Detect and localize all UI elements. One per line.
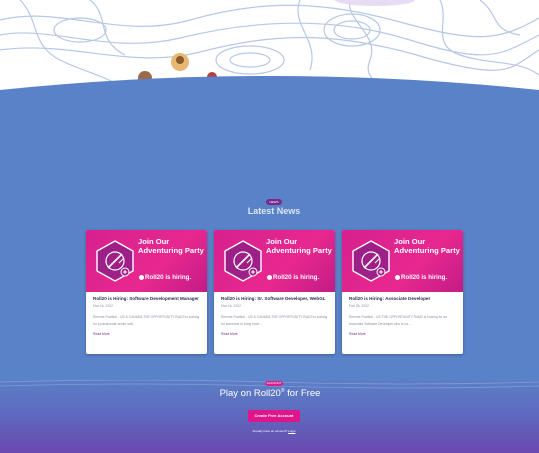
banner-hiring-line: Roll20 is hiring. — [267, 274, 333, 282]
read-more-link[interactable]: Read More — [221, 332, 328, 336]
news-card[interactable]: Join Our Adventuring Party Roll20 is hir… — [86, 230, 207, 354]
card-body: Roll20 is Hiring: Sr. Software Developer… — [214, 292, 335, 342]
banner-heading: Join Our Adventuring Party — [266, 237, 332, 255]
login-prompt: Already have an account? Login — [240, 429, 308, 433]
banner-heading: Join Our Adventuring Party — [138, 237, 204, 255]
hexagon-sword-icon — [352, 240, 390, 282]
card-body: Roll20 is Hiring: Software Development M… — [86, 292, 207, 342]
cta-title: Play on Roll20® for Free — [180, 388, 360, 399]
banner-hiring-line: Roll20 is hiring. — [395, 274, 461, 282]
banner-hiring-line: Roll20 is hiring. — [139, 274, 205, 282]
card-banner: Join Our Adventuring Party Roll20 is hir… — [342, 230, 463, 292]
hexagon-sword-icon — [224, 240, 262, 282]
news-card[interactable]: Join Our Adventuring Party Roll20 is hir… — [342, 230, 463, 354]
news-card[interactable]: Join Our Adventuring Party Roll20 is hir… — [214, 230, 335, 354]
card-date: Mar 16, 2022 — [221, 304, 241, 308]
cta-title-suffix: for Free — [287, 388, 321, 400]
topographic-lines — [0, 0, 539, 100]
account-badge: ACCOUNT — [265, 381, 283, 386]
banner-brand: Roll20 — [145, 274, 164, 281]
card-banner: Join Our Adventuring Party Roll20 is hir… — [86, 230, 207, 292]
create-free-account-button[interactable]: Create Free Account — [248, 410, 300, 422]
login-prompt-text: Already have an account? — [252, 429, 288, 433]
banner-hiring-text: is hiring. — [293, 274, 320, 281]
cta-title-registered: ® — [280, 388, 285, 394]
card-title[interactable]: Roll20 is Hiring: Sr. Software Developer… — [221, 296, 328, 302]
news-badge: NEWS — [266, 199, 282, 205]
hexagon-sword-icon — [96, 240, 134, 282]
banner-brand: Roll20 — [401, 274, 420, 281]
section-title: Latest News — [247, 206, 301, 216]
roll20-logo-icon — [139, 274, 144, 280]
card-excerpt: Remote Position - US & CANADA THE OPPORT… — [93, 315, 200, 326]
cta-title-main: Play on Roll20 — [219, 388, 281, 400]
card-date: Feb 28, 2022 — [349, 304, 369, 308]
card-body: Roll20 is Hiring: Associate Developer Fe… — [342, 292, 463, 342]
roll20-logo-icon — [267, 274, 272, 280]
login-link[interactable]: Login — [288, 429, 295, 433]
read-more-link[interactable]: Read More — [349, 332, 456, 336]
card-excerpt: Remote Position - US THE OPPORTUNITY Rol… — [349, 315, 448, 326]
card-date: Mar 16, 2022 — [93, 304, 113, 308]
read-more-link[interactable]: Read More — [93, 332, 200, 336]
banner-hiring-text: is hiring. — [165, 274, 192, 281]
banner-hiring-text: is hiring. — [421, 274, 448, 281]
card-banner: Join Our Adventuring Party Roll20 is hir… — [214, 230, 335, 292]
card-title[interactable]: Roll20 is Hiring: Software Development M… — [93, 296, 200, 302]
card-title[interactable]: Roll20 is Hiring: Associate Developer — [349, 296, 456, 302]
card-excerpt: Remote Position - US & CANADA THE OPPORT… — [221, 315, 328, 326]
banner-brand: Roll20 — [273, 274, 292, 281]
banner-heading: Join Our Adventuring Party — [394, 237, 460, 255]
hero-topographic-banner — [0, 0, 539, 100]
roll20-logo-icon — [395, 274, 400, 280]
